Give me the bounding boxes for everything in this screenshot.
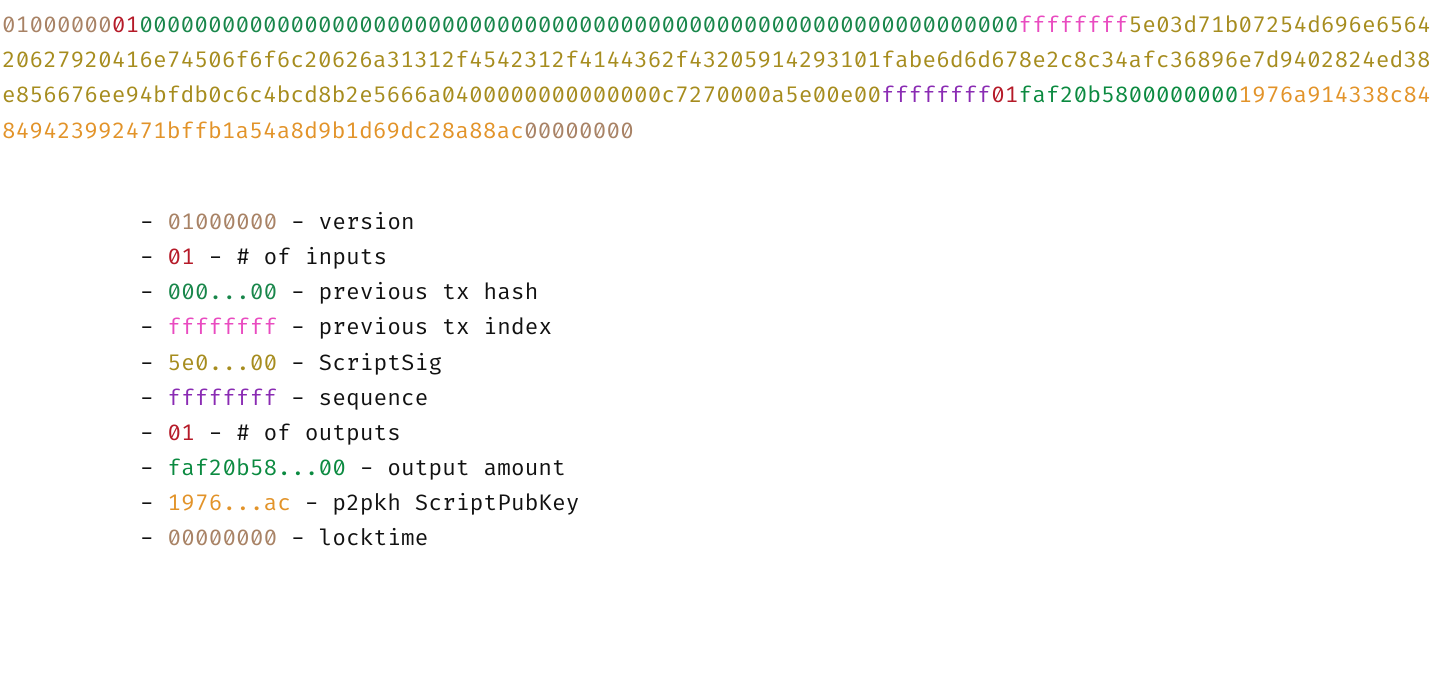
- separator-dash: -: [277, 385, 318, 412]
- hex-dump: 0100000001000000000000000000000000000000…: [0, 0, 1440, 149]
- hex-prev-tx-index: ffffffff: [1019, 12, 1129, 39]
- legend-token: 01: [167, 244, 194, 271]
- legend-list: - 01000000 - version - 01 - # of inputs …: [0, 205, 1440, 557]
- legend-token: 5e0...00: [167, 350, 277, 377]
- hex-output-amount: faf20b5800000000: [1019, 82, 1239, 109]
- separator-dash: -: [277, 350, 318, 377]
- legend-row: - 000...00 - previous tx hash: [140, 275, 1440, 310]
- bullet-dash: -: [140, 385, 167, 412]
- separator-dash: -: [195, 244, 236, 271]
- bullet-dash: -: [140, 455, 167, 482]
- bullet-dash: -: [140, 209, 167, 236]
- bullet-dash: -: [140, 244, 167, 271]
- bullet-dash: -: [140, 420, 167, 447]
- legend-desc: # of inputs: [236, 244, 387, 271]
- legend-row: - faf20b58...00 - output amount: [140, 451, 1440, 486]
- legend-row: - 1976...ac - p2pkh ScriptPubKey: [140, 486, 1440, 521]
- legend-desc: ScriptSig: [319, 350, 443, 377]
- legend-token: ffffffff: [167, 314, 277, 341]
- legend-token: 1976...ac: [167, 490, 291, 517]
- legend-desc: previous tx index: [319, 314, 553, 341]
- legend-token: 01000000: [167, 209, 277, 236]
- bullet-dash: -: [140, 350, 167, 377]
- hex-num-outputs: 01: [991, 82, 1018, 109]
- legend-row: - 01 - # of inputs: [140, 240, 1440, 275]
- separator-dash: -: [277, 314, 318, 341]
- legend-row: - ffffffff - previous tx index: [140, 310, 1440, 345]
- legend-desc: previous tx hash: [319, 279, 539, 306]
- legend-token: 000...00: [167, 279, 277, 306]
- bullet-dash: -: [140, 490, 167, 517]
- hex-prev-tx-hash: 0000000000000000000000000000000000000000…: [139, 12, 1018, 39]
- hex-locktime: 00000000: [524, 118, 634, 145]
- legend-desc: sequence: [319, 385, 429, 412]
- bullet-dash: -: [140, 525, 167, 552]
- legend-row: - 01 - # of outputs: [140, 416, 1440, 451]
- legend-desc: output amount: [387, 455, 566, 482]
- legend-desc: # of outputs: [236, 420, 401, 447]
- legend-token: ffffffff: [167, 385, 277, 412]
- separator-dash: -: [277, 209, 318, 236]
- legend-desc: locktime: [319, 525, 429, 552]
- bullet-dash: -: [140, 314, 167, 341]
- legend-row: - 00000000 - locktime: [140, 521, 1440, 556]
- separator-dash: -: [346, 455, 387, 482]
- legend-desc: p2pkh ScriptPubKey: [332, 490, 579, 517]
- hex-sequence: ffffffff: [881, 82, 991, 109]
- legend-token: 00000000: [167, 525, 277, 552]
- legend-desc: version: [319, 209, 415, 236]
- separator-dash: -: [277, 279, 318, 306]
- hex-version: 01000000: [2, 12, 112, 39]
- hex-num-inputs: 01: [112, 12, 139, 39]
- legend-row: - 5e0...00 - ScriptSig: [140, 346, 1440, 381]
- separator-dash: -: [277, 525, 318, 552]
- separator-dash: -: [195, 420, 236, 447]
- legend-row: - 01000000 - version: [140, 205, 1440, 240]
- legend-row: - ffffffff - sequence: [140, 381, 1440, 416]
- bullet-dash: -: [140, 279, 167, 306]
- separator-dash: -: [291, 490, 332, 517]
- legend-token: 01: [167, 420, 194, 447]
- legend-token: faf20b58...00: [167, 455, 346, 482]
